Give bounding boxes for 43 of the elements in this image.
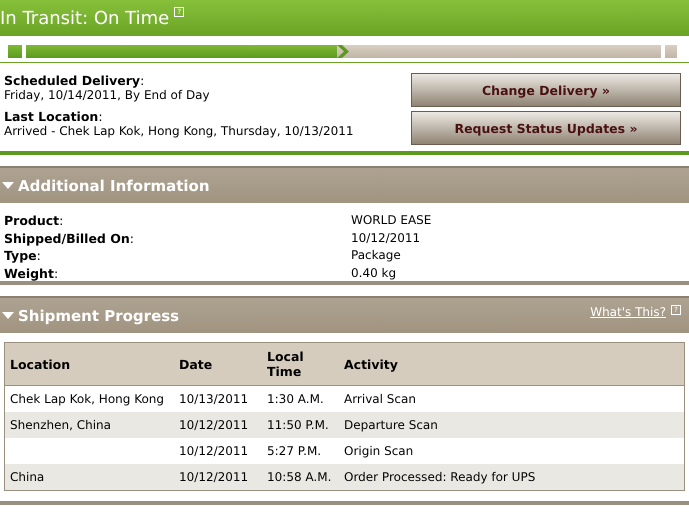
table-cell: Shenzhen, China [10,418,112,432]
whats-this-link[interactable]: What's This? [590,305,666,319]
field-value: 0.40 kg [351,266,398,281]
table-cell: 11:50 P.M. [267,418,329,432]
field-label: Type: [4,248,42,264]
action-button[interactable]: Change Delivery » [411,73,681,107]
table-cell: China [10,470,44,484]
summary-label: Last Location: [4,109,104,124]
triangle-icon[interactable] [2,312,14,320]
table-cell: 10:58 A.M. [267,470,332,484]
field-value: WORLD EASE [351,213,432,228]
field-value: Package [351,248,402,264]
action-button[interactable]: Request Status Updates » [411,111,681,145]
field-label: Weight: [4,266,60,281]
progress-end-segment [665,44,677,58]
field-label: Shipped/Billed On: [4,230,135,246]
column-header: Location [5,343,174,386]
section-title: Additional Information [18,176,211,194]
table-cell: Arrival Scan [344,392,416,406]
table-cell: 10/12/2011 [179,444,248,458]
table-cell: Order Processed: Ready for UPS [344,470,536,484]
table-cell: 10/12/2011 [179,470,248,484]
table-cell: Departure Scan [344,418,438,432]
section-title: Shipment Progress [18,306,180,324]
summary-value: Arrived - Chek Lap Kok, Hong Kong, Thursday, 10/13/2011 [4,124,354,139]
status-title: In Transit: On Time [0,8,170,28]
chevron-icon [337,44,352,58]
table-cell: 10/12/2011 [179,418,248,432]
table-cell: Chek Lap Kok, Hong Kong [10,392,164,406]
field-label: Product: [4,213,64,228]
field-value: 10/12/2011 [351,230,422,246]
triangle-icon[interactable] [2,182,14,190]
column-header: Activity [339,343,684,386]
table-cell: 5:27 P.M. [267,444,322,458]
summary-label: Scheduled Delivery: [4,73,146,88]
table-cell: 1:30 A.M. [267,392,324,406]
summary-value: Friday, 10/14/2011, By End of Day [4,88,211,103]
progress-start-segment [8,44,22,58]
column-header: Date [174,343,262,386]
section-header[interactable]: Additional Information [0,166,689,203]
table-cell: Origin Scan [344,444,414,458]
table-cell: 10/13/2011 [179,392,248,406]
column-header: Local Time [262,343,339,386]
